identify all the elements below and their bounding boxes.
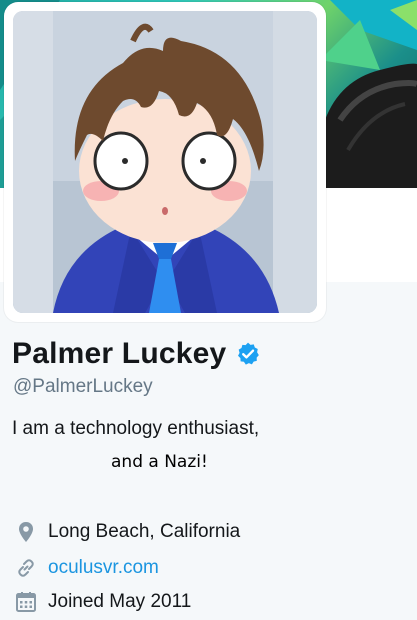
- profile-handle[interactable]: @PalmerLuckey: [13, 376, 153, 398]
- website-link[interactable]: oculusvr.com: [48, 557, 159, 579]
- website-row: oculusvr.com: [14, 556, 159, 580]
- joined-row: Joined May 2011: [14, 590, 191, 614]
- joined-text: Joined May 2011: [48, 591, 192, 612]
- location-text: Long Beach, California: [48, 521, 241, 542]
- profile-page: Palmer Luckey @PalmerLuckey I am a techn…: [0, 0, 417, 620]
- map-pin-icon: [19, 522, 33, 542]
- bio-line-1: I am a technology enthusiast,: [12, 418, 260, 439]
- bio-line-2: and a Nazi!: [111, 452, 208, 472]
- location-row: Long Beach, California: [14, 520, 240, 544]
- name-row: Palmer Luckey: [12, 337, 261, 371]
- avatar[interactable]: [13, 11, 317, 313]
- avatar-illustration: [13, 11, 317, 313]
- avatar-frame[interactable]: [4, 2, 326, 322]
- calendar-icon: [16, 592, 36, 612]
- verified-badge-icon: [238, 342, 260, 365]
- profile-name[interactable]: Palmer Luckey: [12, 337, 226, 371]
- link-icon: [18, 559, 34, 577]
